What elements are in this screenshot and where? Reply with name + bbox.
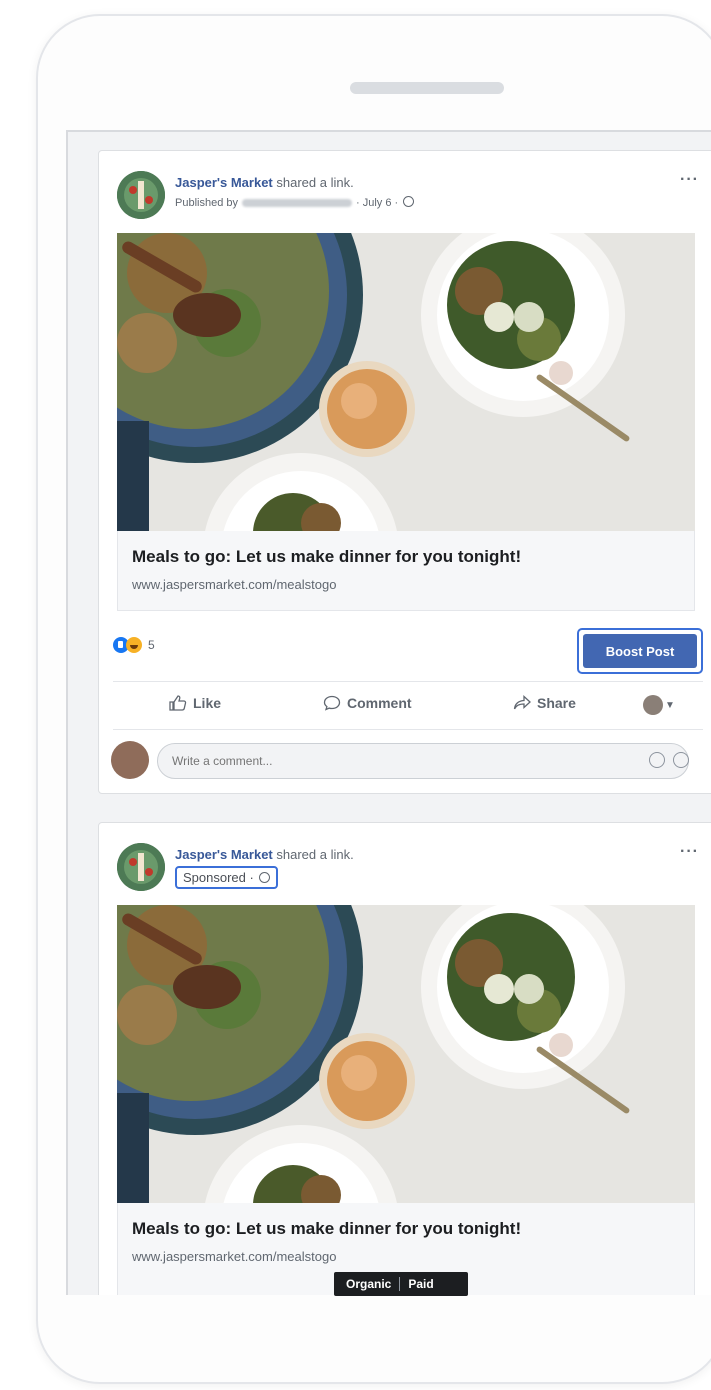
mini-avatar	[643, 695, 663, 715]
post-as-selector[interactable]: ▼	[643, 695, 675, 715]
page-name-link[interactable]: Jasper's Market	[175, 847, 273, 862]
share-arrow-icon	[513, 695, 531, 710]
haha-reaction-icon	[126, 637, 142, 653]
link-title: Meals to go: Let us make dinner for you …	[132, 547, 522, 566]
sticker-icon[interactable]	[673, 752, 689, 768]
phone-speaker	[350, 82, 504, 94]
more-options-icon[interactable]: ···	[680, 171, 699, 189]
comment-input[interactable]	[157, 743, 689, 779]
food-photo	[117, 233, 695, 531]
blurred-publisher-name	[242, 199, 352, 208]
food-photo	[117, 905, 695, 1203]
thumbs-up-icon	[169, 695, 187, 711]
comment-label: Comment	[347, 695, 412, 711]
sponsored-label[interactable]: Sponsored	[183, 870, 246, 885]
comment-composer	[111, 739, 705, 783]
reaction-count: 5	[148, 638, 155, 652]
link-preview-image[interactable]	[117, 905, 695, 1203]
comment-bubble-icon	[323, 695, 341, 711]
link-url: www.jaspersmarket.com/mealstogo	[132, 577, 337, 592]
globe-icon	[259, 872, 271, 883]
share-button[interactable]: Share	[513, 695, 576, 711]
emoji-icon[interactable]	[649, 752, 665, 768]
sponsored-post: Jasper's Market shared a link. Sponsored…	[98, 822, 711, 1295]
globe-icon	[403, 196, 415, 207]
organic-tab[interactable]: Organic	[338, 1277, 399, 1291]
boost-post-highlight: Boost Post	[577, 628, 703, 674]
post-header: Jasper's Market shared a link. Published…	[117, 171, 711, 231]
post-action-text: shared a link.	[276, 847, 354, 862]
actions-divider-bottom	[113, 729, 703, 730]
reactions-summary[interactable]: 5	[113, 637, 155, 663]
organic-paid-toggle: Organic Paid	[334, 1272, 468, 1296]
comment-button[interactable]: Comment	[323, 695, 412, 711]
caret-down-icon: ▼	[665, 699, 675, 711]
page-name-link[interactable]: Jasper's Market	[175, 175, 273, 190]
post-action-bar: Like Comment Share ▼	[113, 685, 703, 725]
link-url: www.jaspersmarket.com/mealstogo	[132, 1249, 337, 1264]
actions-divider-top	[113, 681, 703, 682]
boost-post-button[interactable]: Boost Post	[583, 634, 697, 668]
more-options-icon[interactable]: ···	[680, 843, 699, 861]
like-button[interactable]: Like	[169, 695, 221, 711]
sponsored-label-highlight: Sponsored ·	[175, 866, 279, 889]
post-date[interactable]: July 6	[363, 197, 392, 209]
published-by-label: Published by	[175, 197, 238, 209]
like-label: Like	[193, 695, 222, 711]
link-preview-image[interactable]	[117, 233, 695, 531]
user-avatar	[111, 741, 149, 779]
phone-screen: Jasper's Market shared a link. Published…	[66, 130, 711, 1295]
paid-tab[interactable]: Paid	[400, 1277, 463, 1291]
link-title: Meals to go: Let us make dinner for you …	[132, 1219, 522, 1238]
post-header: Jasper's Market shared a link. Sponsored…	[117, 843, 711, 903]
page-avatar[interactable]	[117, 843, 165, 891]
organic-post: Jasper's Market shared a link. Published…	[98, 150, 711, 794]
link-preview-caption[interactable]: Meals to go: Let us make dinner for you …	[117, 531, 695, 611]
page-avatar[interactable]	[117, 171, 165, 219]
post-action-text: shared a link.	[276, 175, 354, 190]
share-label: Share	[537, 695, 576, 711]
